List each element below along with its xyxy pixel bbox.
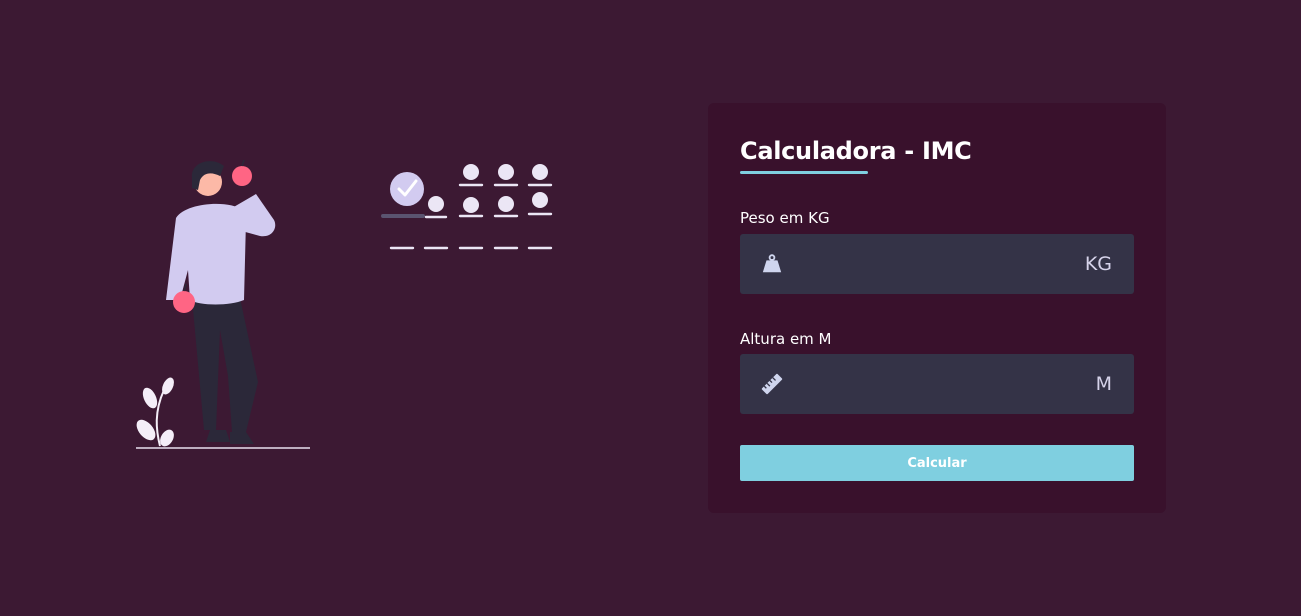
progress-chart-graphic xyxy=(381,164,553,250)
plant-icon xyxy=(136,377,174,447)
height-label: Altura em M xyxy=(740,330,832,348)
height-field: M xyxy=(740,354,1134,414)
ruler-icon xyxy=(760,372,784,396)
weight-unit-label: KG xyxy=(1084,253,1112,275)
page: Calculadora - IMC Peso em KG KG Altura e… xyxy=(0,0,1301,616)
height-input[interactable] xyxy=(784,354,1096,414)
weight-label: Peso em KG xyxy=(740,209,830,227)
illustration xyxy=(136,159,553,449)
title-underline xyxy=(740,171,868,174)
height-unit-label: M xyxy=(1095,373,1112,395)
form-title: Calculadora - IMC xyxy=(740,137,972,165)
weight-icon xyxy=(760,252,784,276)
bmi-form-card: Calculadora - IMC Peso em KG KG Altura e… xyxy=(708,103,1166,513)
weight-input[interactable] xyxy=(784,234,1085,294)
calculate-button[interactable]: Calcular xyxy=(740,445,1134,481)
weight-field: KG xyxy=(740,234,1134,294)
person-figure xyxy=(166,159,276,444)
